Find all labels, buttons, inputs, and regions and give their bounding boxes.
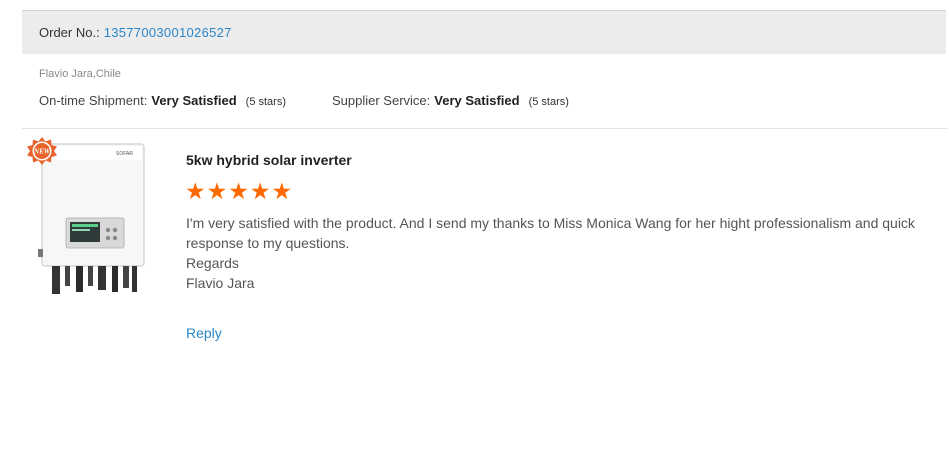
rating-value: Very Satisfied [434, 93, 520, 108]
review-line: Flavio Jara [186, 275, 255, 291]
rating-ontime-shipment: On-time Shipment: Very Satisfied (5 star… [39, 93, 286, 108]
order-number-label: Order No.: [39, 25, 100, 40]
supplier-ratings: On-time Shipment: Very Satisfied (5 star… [39, 93, 569, 108]
reviewer-name-location: Flavio Jara,Chile [39, 68, 121, 80]
section-divider [22, 128, 948, 129]
order-header: Order No.: 13577003001026527 [22, 10, 946, 54]
star-icon: ★ [249, 178, 271, 204]
review-text: I'm very satisfied with the product. And… [186, 213, 936, 293]
review-page: Order No.: 13577003001026527 Flavio Jara… [0, 0, 949, 455]
review-star-rating: ★ ★ ★ ★ ★ [185, 178, 292, 204]
review-line: Regards [186, 255, 239, 271]
rating-value: Very Satisfied [151, 93, 237, 108]
rating-supplier-service: Supplier Service: Very Satisfied (5 star… [332, 93, 569, 108]
rating-stars-text: (5 stars) [245, 96, 286, 108]
product-thumbnail[interactable]: SOFAR NEW [22, 134, 156, 302]
star-icon: ★ [271, 178, 293, 204]
new-badge-text: NEW [33, 148, 51, 156]
star-icon: ★ [228, 178, 249, 204]
brand-mark-text: SOFAR [116, 151, 133, 157]
rating-label: On-time Shipment: [39, 93, 148, 108]
order-number-link[interactable]: 13577003001026527 [104, 25, 232, 40]
review-line: I'm very satisfied with the product. And… [186, 215, 915, 251]
rating-label: Supplier Service: [332, 93, 431, 108]
star-icon: ★ [185, 178, 206, 204]
rating-stars-text: (5 stars) [528, 96, 569, 108]
product-title[interactable]: 5kw hybrid solar inverter [186, 152, 352, 168]
star-icon: ★ [206, 178, 228, 204]
reply-link[interactable]: Reply [186, 325, 222, 341]
